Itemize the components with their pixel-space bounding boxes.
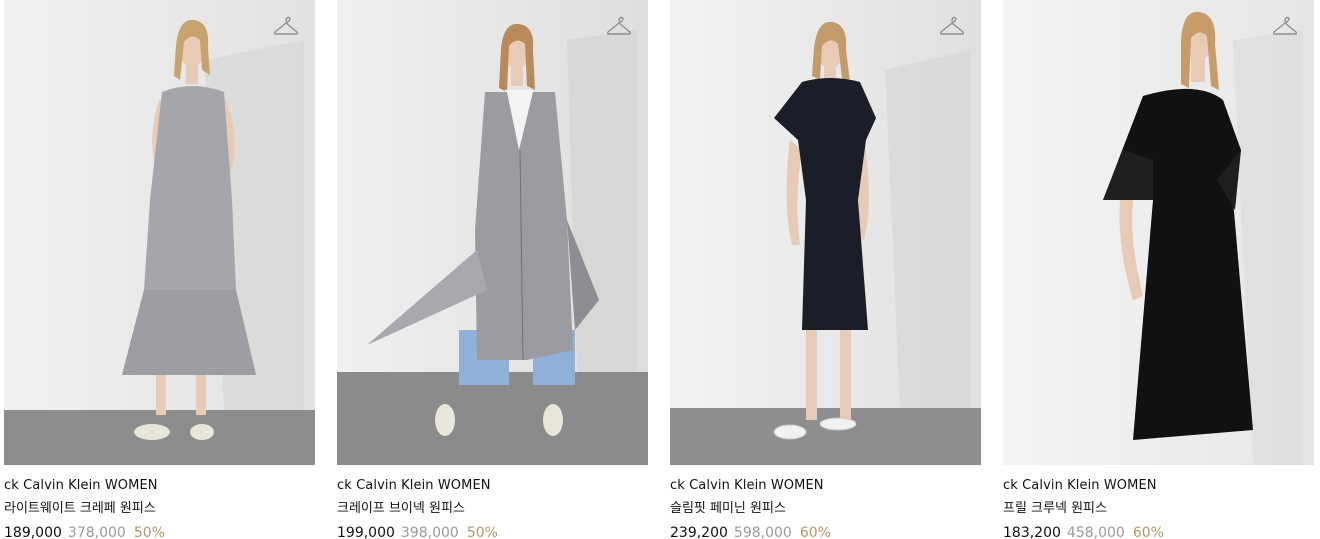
discount-rate: 50% xyxy=(466,525,498,539)
product-card[interactable]: ck Calvin Klein WOMEN 슬림핏 페미닌 원피스 239,20… xyxy=(670,0,981,539)
discount-rate: 60% xyxy=(1132,525,1164,539)
discount-rate: 60% xyxy=(799,525,831,539)
product-card[interactable]: ck Calvin Klein WOMEN 프릴 크루넥 원피스 183,200… xyxy=(1003,0,1314,539)
original-price: 398,000 xyxy=(400,525,459,539)
product-brand[interactable]: ck Calvin Klein WOMEN xyxy=(4,478,315,494)
product-brand[interactable]: ck Calvin Klein WOMEN xyxy=(337,478,648,494)
product-brand[interactable]: ck Calvin Klein WOMEN xyxy=(670,478,981,494)
product-prices: 199,000 398,000 50% xyxy=(337,525,648,539)
product-prices: 239,200 598,000 60% xyxy=(670,525,981,539)
product-image[interactable] xyxy=(670,0,981,465)
product-name[interactable]: 슬림핏 페미닌 원피스 xyxy=(670,501,981,517)
product-image[interactable] xyxy=(4,0,315,465)
original-price: 458,000 xyxy=(1066,525,1125,539)
hanger-icon[interactable] xyxy=(606,14,632,38)
product-image[interactable] xyxy=(1003,0,1314,465)
product-name[interactable]: 라이트웨이트 크레페 원피스 xyxy=(4,501,315,517)
discount-rate: 50% xyxy=(133,525,165,539)
sale-price: 199,000 xyxy=(337,525,395,539)
product-prices: 183,200 458,000 60% xyxy=(1003,525,1314,539)
sale-price: 239,200 xyxy=(670,525,728,539)
sale-price: 183,200 xyxy=(1003,525,1061,539)
hanger-icon[interactable] xyxy=(273,14,299,38)
hanger-icon[interactable] xyxy=(1272,14,1298,38)
original-price: 598,000 xyxy=(733,525,792,539)
product-name[interactable]: 프릴 크루넥 원피스 xyxy=(1003,501,1314,517)
product-image[interactable] xyxy=(337,0,648,465)
product-grid: ck Calvin Klein WOMEN 라이트웨이트 크레페 원피스 189… xyxy=(0,0,1320,539)
product-brand[interactable]: ck Calvin Klein WOMEN xyxy=(1003,478,1314,494)
sale-price: 189,000 xyxy=(4,525,62,539)
product-card[interactable]: ck Calvin Klein WOMEN 크레이프 브이넥 원피스 199,0… xyxy=(337,0,648,539)
original-price: 378,000 xyxy=(67,525,126,539)
hanger-icon[interactable] xyxy=(939,14,965,38)
product-prices: 189,000 378,000 50% xyxy=(4,525,315,539)
product-card[interactable]: ck Calvin Klein WOMEN 라이트웨이트 크레페 원피스 189… xyxy=(4,0,315,539)
product-name[interactable]: 크레이프 브이넥 원피스 xyxy=(337,501,648,517)
